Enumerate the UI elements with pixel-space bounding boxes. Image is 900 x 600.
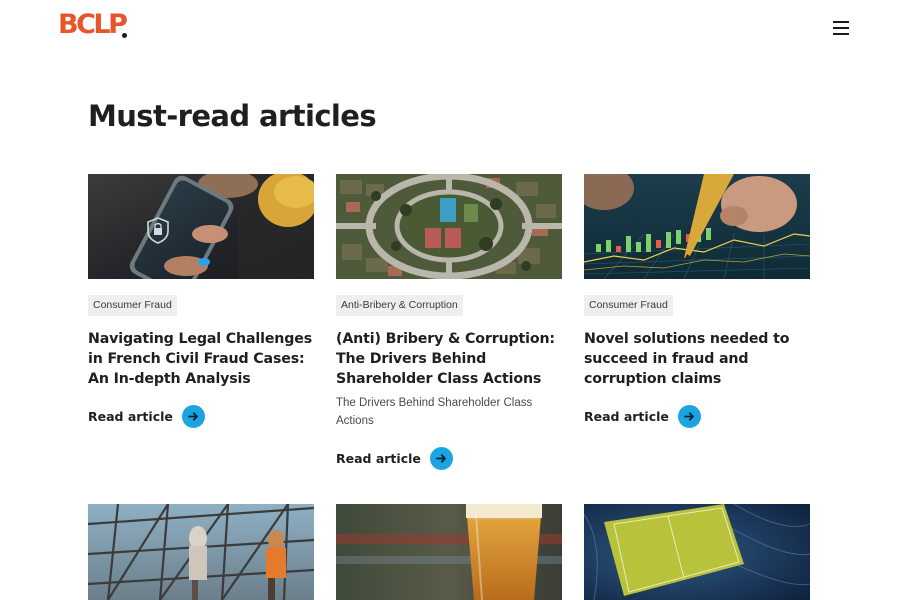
category-tag[interactable]: Consumer Fraud [584, 295, 673, 316]
article-title[interactable]: Navigating Legal Challenges in French Ci… [88, 329, 314, 389]
pen-over-financial-chart-photo[interactable] [584, 174, 810, 279]
category-tag[interactable]: Anti-Bribery & Corruption [336, 295, 463, 316]
article-description: The Drivers Behind Shareholder Class Act… [336, 397, 533, 427]
phone-with-lock-icon-photo[interactable] [88, 174, 314, 279]
read-article-link[interactable]: Read article [584, 405, 810, 428]
article-title[interactable]: (Anti) Bribery & Corruption: The Drivers… [336, 329, 562, 389]
read-article-label: Read article [336, 451, 421, 466]
bclp-logo[interactable]: BCLP [58, 9, 128, 41]
page-title: Must-read articles [88, 99, 377, 133]
read-article-label: Read article [88, 409, 173, 424]
read-article-label: Read article [584, 409, 669, 424]
arrow-right-icon[interactable] [181, 405, 205, 428]
read-article-link[interactable]: Read article [336, 447, 562, 470]
site-header: BCLP [0, 0, 900, 60]
article-title[interactable]: Novel solutions needed to succeed in fra… [584, 329, 810, 389]
construction-workers-scaffolding-photo[interactable] [88, 504, 314, 600]
hamburger-menu-icon[interactable] [831, 19, 851, 37]
beer-glass-photo[interactable] [336, 504, 562, 600]
article-card: Consumer Fraud Navigating Legal Challeng… [88, 174, 314, 428]
aerial-neighborhood-roundabout-photo[interactable] [336, 174, 562, 279]
arrow-right-icon[interactable] [677, 405, 701, 428]
category-tag[interactable]: Consumer Fraud [88, 295, 177, 316]
article-card: Consumer Fraud Novel solutions needed to… [584, 174, 810, 428]
football-stadium-aerial-photo[interactable] [584, 504, 810, 600]
article-card: Anti-Bribery & Corruption (Anti) Bribery… [336, 174, 562, 470]
arrow-right-icon[interactable] [429, 447, 453, 470]
logo-dot [122, 33, 127, 38]
read-article-link[interactable]: Read article [88, 405, 314, 428]
